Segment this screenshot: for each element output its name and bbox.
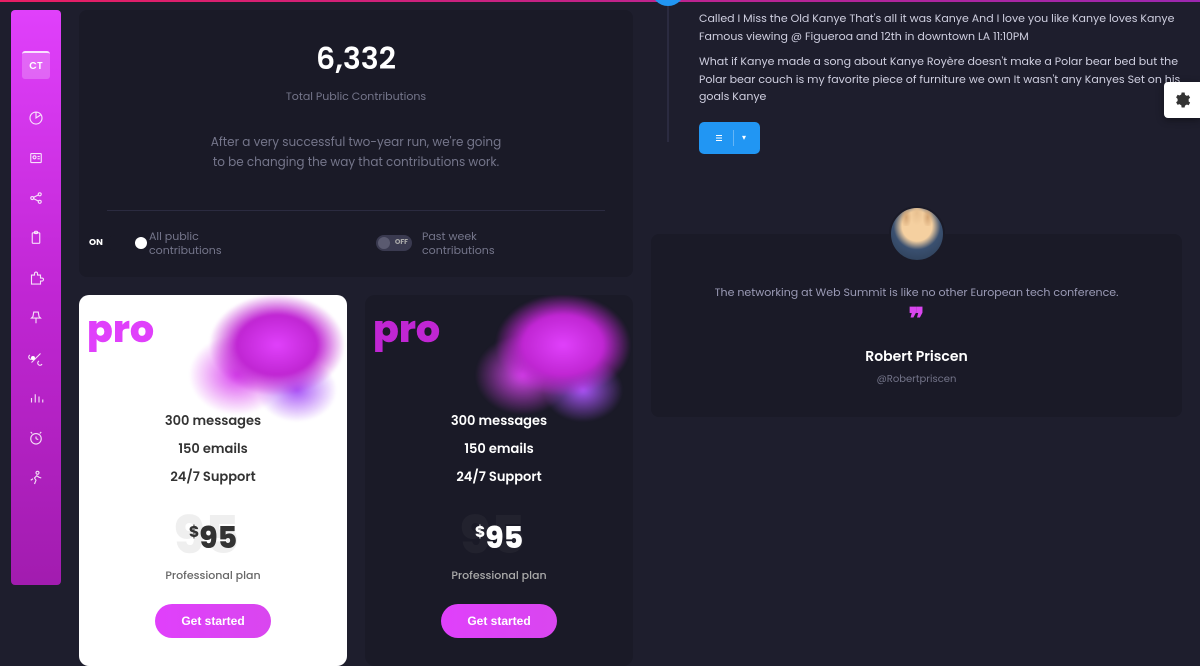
timeline-text-1: Called I Miss the Old Kanye That's all i… — [699, 10, 1182, 45]
pricing-amount: 95 $95 — [97, 515, 329, 561]
toggle-all-public-label: All publiccontributions — [149, 229, 222, 258]
toggle-all-public[interactable]: ON — [107, 235, 139, 251]
pricing-feature-3: 24/7 Support — [97, 467, 329, 487]
sidebar-item-tools[interactable] — [27, 349, 45, 367]
pricing-splash-decor — [157, 295, 347, 435]
pricing-feature-3: 24/7 Support — [383, 467, 615, 487]
contributions-label: Total Public Contributions — [107, 88, 605, 105]
timeline-line — [667, 0, 669, 142]
settings-fab[interactable] — [1164, 82, 1200, 118]
avatar — [889, 206, 945, 262]
chevron-down-icon: ▾ — [742, 133, 746, 142]
sidebar-item-profile[interactable] — [27, 149, 45, 167]
timeline-text-2: What if Kanye made a song about Kanye Ro… — [699, 53, 1182, 106]
sidebar: CT — [11, 10, 61, 585]
sidebar-item-alarm[interactable] — [27, 429, 45, 447]
sidebar-item-stats[interactable] — [27, 389, 45, 407]
gear-icon — [1173, 91, 1191, 109]
list-icon — [713, 132, 725, 144]
sidebar-app-badge[interactable]: CT — [22, 51, 49, 79]
testimonial-handle: @Robertpriscen — [691, 371, 1142, 387]
sidebar-item-chart[interactable] — [27, 109, 45, 127]
sidebar-item-clipboard[interactable] — [27, 229, 45, 247]
pricing-cta-button[interactable]: Get started — [441, 604, 556, 638]
pricing-card-dark: pro 300 messages 150 emails 24/7 Support… — [365, 295, 633, 666]
pricing-badge: pro — [87, 301, 154, 358]
toggle-past-week[interactable]: OFF — [376, 235, 412, 251]
sidebar-item-pin[interactable] — [27, 309, 45, 327]
pricing-feature-2: 150 emails — [97, 439, 329, 459]
toggle-past-week-label: Past weekcontributions — [422, 229, 495, 258]
sidebar-item-puzzle[interactable] — [27, 269, 45, 287]
testimonial-card: The networking at Web Summit is like no … — [651, 234, 1182, 417]
pricing-feature-2: 150 emails — [383, 439, 615, 459]
sidebar-item-share[interactable] — [27, 189, 45, 207]
pricing-cta-button[interactable]: Get started — [155, 604, 270, 638]
timeline-item: ANOTHER TITLE Called I Miss the Old Kany… — [651, 0, 1182, 154]
timeline-action-button[interactable]: ▾ — [699, 122, 760, 154]
contributions-count: 6,332 — [107, 36, 605, 82]
contributions-card: 6,332 Total Public Contributions After a… — [79, 10, 633, 277]
testimonial-name: Robert Priscen — [691, 346, 1142, 367]
sidebar-item-run[interactable] — [27, 469, 45, 487]
timeline-dot-icon — [651, 0, 685, 6]
pricing-badge: pro — [373, 301, 440, 358]
quote-marks-icon: ❞ — [691, 310, 1142, 328]
pricing-card-light: pro 300 messages 150 emails 24/7 Support… — [79, 295, 347, 666]
pricing-amount: 95 $95 — [383, 515, 615, 561]
contributions-description: After a very successful two-year run, we… — [196, 133, 516, 174]
pricing-splash-decor — [443, 295, 633, 435]
